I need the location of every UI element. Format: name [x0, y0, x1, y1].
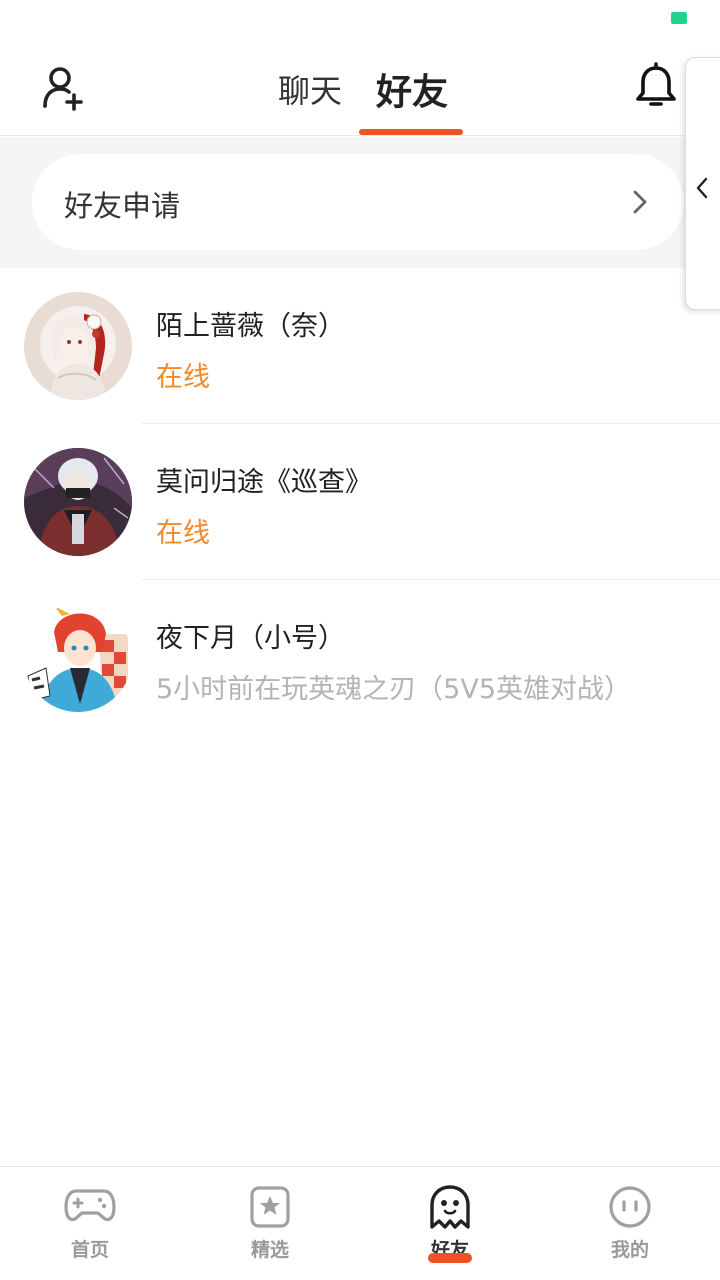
face-icon	[609, 1186, 651, 1228]
add-user-icon[interactable]	[40, 64, 88, 112]
friend-request-section: 好友申请	[0, 137, 720, 268]
friend-status: 在线	[156, 518, 210, 549]
avatar[interactable]	[24, 292, 132, 400]
chevron-right-icon	[633, 190, 647, 214]
nav-item-featured[interactable]: 精选	[180, 1167, 360, 1280]
nav-label: 我的	[610, 1239, 649, 1261]
bottom-nav: 首页 精选 好友 我的	[0, 1166, 720, 1280]
top-bar: 聊天 好友	[0, 36, 720, 136]
chevron-left-icon	[696, 177, 708, 199]
friend-request-button[interactable]: 好友申请	[32, 154, 684, 250]
tab-chat[interactable]: 聊天	[278, 66, 342, 112]
list-item[interactable]: 夜下月（小号） 5小时前在玩英魂之刃（5V5英雄对战）	[0, 580, 720, 736]
nav-item-home[interactable]: 首页	[0, 1167, 180, 1280]
bell-icon[interactable]	[632, 62, 680, 110]
nav-item-me[interactable]: 我的	[540, 1167, 720, 1280]
list-item[interactable]: 莫问归途《巡查》 在线	[0, 424, 720, 580]
gamepad-icon	[64, 1189, 116, 1222]
nav-label: 首页	[70, 1239, 109, 1261]
status-indicator-icon	[671, 12, 687, 24]
nav-label: 精选	[250, 1239, 289, 1261]
friend-request-label: 好友申请	[64, 189, 181, 223]
friend-name: 陌上蔷薇（奈）	[156, 311, 345, 342]
active-tab-indicator	[359, 129, 463, 135]
avatar[interactable]	[24, 604, 132, 712]
avatar[interactable]	[24, 448, 132, 556]
star-bookmark-icon	[250, 1186, 290, 1228]
tab-friends[interactable]: 好友	[376, 63, 448, 115]
active-nav-indicator	[428, 1253, 472, 1263]
friend-name: 莫问归途《巡查》	[156, 467, 372, 498]
friend-list: 陌上蔷薇（奈） 在线 莫问归途《巡查》 在线 夜下月（小号） 5小时前在玩英魂之…	[0, 268, 720, 736]
side-drawer-handle[interactable]	[685, 57, 720, 310]
friend-status: 5小时前在玩英魂之刃（5V5英雄对战）	[156, 674, 632, 705]
list-item[interactable]: 陌上蔷薇（奈） 在线	[0, 268, 720, 424]
friend-name: 夜下月（小号）	[156, 623, 345, 654]
ghost-icon	[430, 1185, 470, 1229]
friend-status: 在线	[156, 362, 210, 393]
friends-screen: 聊天 好友 好友申请 陌上蔷薇（奈） 在线 莫问归途《巡查》 在线 夜下月（小号…	[0, 0, 720, 1280]
nav-item-friends[interactable]: 好友	[360, 1167, 540, 1280]
